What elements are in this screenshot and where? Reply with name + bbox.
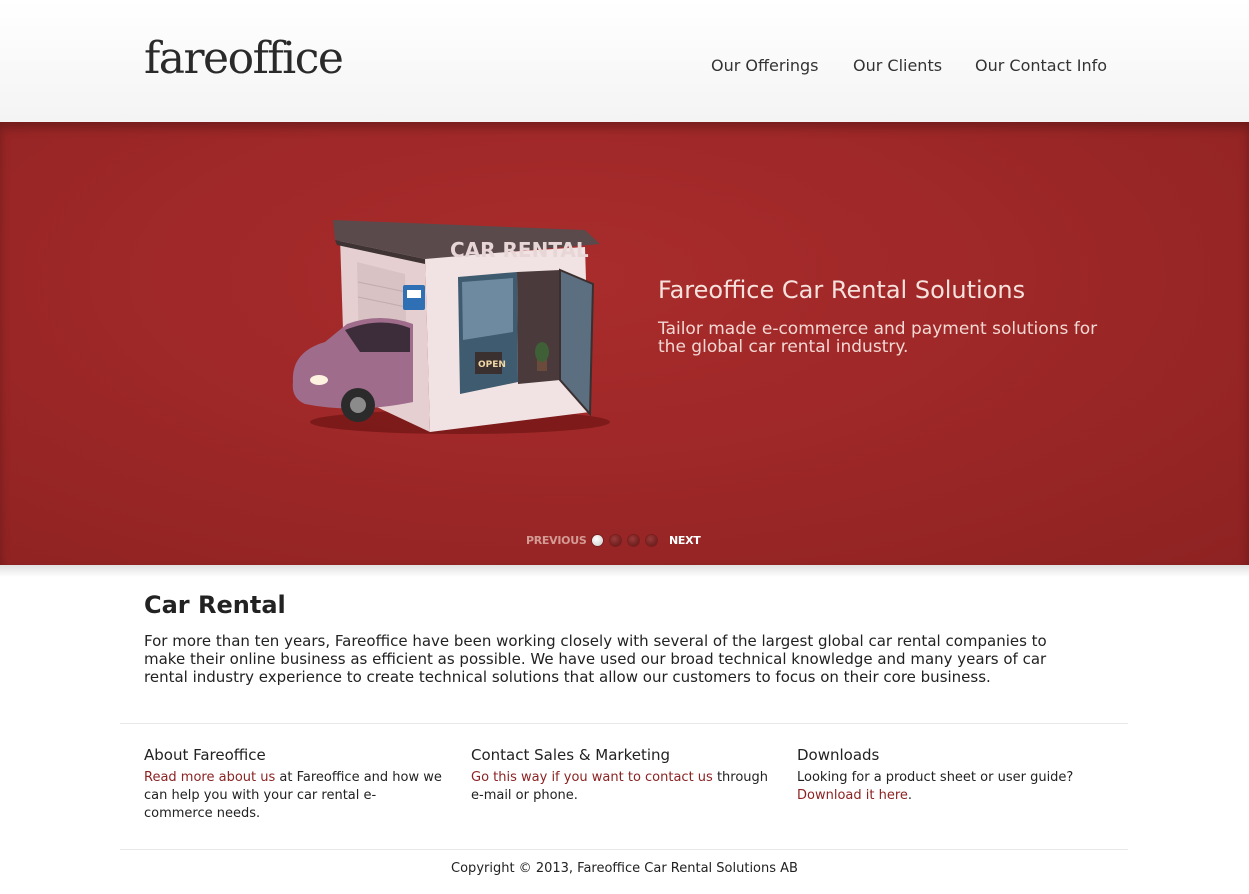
about-text: Read more about us at Fareoffice and how…: [144, 769, 444, 823]
hero-bottom-shadow: [0, 565, 1249, 577]
downloads-text: Looking for a product sheet or user guid…: [797, 769, 1097, 805]
slide-dot-3[interactable]: [628, 535, 639, 546]
downloads-text-body: Looking for a product sheet or user guid…: [797, 770, 1074, 785]
intro-paragraph: For more than ten years, Fareoffice have…: [144, 632, 1047, 686]
about-column: About Fareoffice Read more about us at F…: [144, 746, 444, 823]
hero-slider: CAR RENTAL OPEN Fareoffice Car Rental So…: [0, 122, 1249, 565]
download-link[interactable]: Download it here: [797, 788, 908, 803]
contact-text: Go this way if you want to contact us th…: [471, 769, 771, 805]
main-nav: Our Offerings Our Clients Our Contact In…: [0, 56, 1249, 80]
divider-bottom: [120, 849, 1128, 850]
hero-title: Fareoffice Car Rental Solutions: [658, 276, 1026, 304]
previous-button[interactable]: PREVIOUS: [526, 534, 587, 547]
divider-top: [120, 723, 1128, 724]
downloads-title: Downloads: [797, 746, 880, 764]
slide-dot-4[interactable]: [646, 535, 657, 546]
read-more-link[interactable]: Read more about us: [144, 770, 275, 785]
page-title: Car Rental: [144, 591, 286, 619]
hero-subtitle: Tailor made e-commerce and payment solut…: [658, 319, 1098, 357]
open-sign: OPEN: [478, 360, 506, 370]
next-button[interactable]: NEXT: [669, 534, 701, 547]
downloads-column: Downloads Looking for a product sheet or…: [797, 746, 1097, 805]
copyright: Copyright © 2013, Fareoffice Car Rental …: [451, 861, 798, 876]
slider-pager: PREVIOUS NEXT: [0, 534, 1249, 548]
nav-our-clients[interactable]: Our Clients: [853, 56, 942, 75]
slide-dot-1[interactable]: [592, 535, 603, 546]
slide-dot-2[interactable]: [610, 535, 621, 546]
nav-our-offerings[interactable]: Our Offerings: [711, 56, 819, 75]
car-rental-illustration: CAR RENTAL OPEN: [292, 220, 610, 434]
nav-our-contact-info[interactable]: Our Contact Info: [975, 56, 1107, 75]
contact-link[interactable]: Go this way if you want to contact us: [471, 770, 713, 785]
contact-column: Contact Sales & Marketing Go this way if…: [471, 746, 771, 805]
downloads-period: .: [907, 788, 913, 803]
car-rental-sign: CAR RENTAL: [450, 238, 589, 262]
about-title: About Fareoffice: [144, 746, 266, 764]
contact-title: Contact Sales & Marketing: [471, 746, 671, 764]
site-header: fareoffice Our Offerings Our Clients Our…: [0, 0, 1249, 122]
